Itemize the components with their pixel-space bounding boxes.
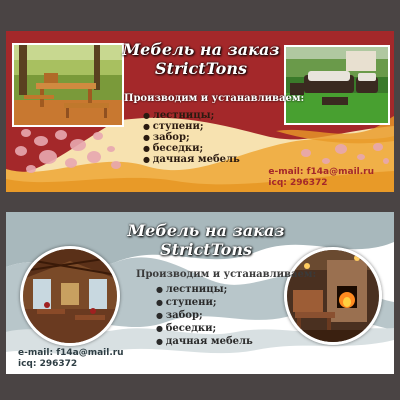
list-item: забор; — [143, 132, 240, 143]
email-text[interactable]: e-mail: f14a@mail.ru — [268, 167, 374, 178]
list-item: дачная мебель — [156, 335, 253, 348]
title-line-1: Мебель на заказ — [122, 40, 280, 59]
title-line-2: StrictTons — [155, 59, 247, 78]
banner-grey-title: Мебель на заказ StrictTons — [116, 221, 296, 259]
list-item: беседки; — [156, 322, 253, 335]
list-item: беседки; — [143, 143, 240, 154]
banner-grey: Мебель на заказ StrictTons Производим и … — [6, 212, 394, 374]
list-item: лестницы; — [143, 110, 240, 121]
icq-text: icq: 296372 — [268, 178, 328, 188]
banner-red-contacts: e-mail: f14a@mail.ru icq: 296372 — [268, 167, 374, 189]
list-item: лестницы; — [156, 283, 253, 296]
icq-text: icq: 296372 — [18, 359, 78, 369]
banner-red-services-list: лестницы; ступени; забор; беседки; дачна… — [143, 110, 240, 165]
restaurant-interior-photo — [20, 246, 120, 346]
banner-red-subtitle: Производим и устанавливаем: — [124, 93, 305, 104]
list-item: ступени; — [143, 121, 240, 132]
banner-grey-subtitle: Производим и устанавливаем: — [136, 269, 317, 280]
rattan-sofa-photo — [284, 45, 390, 125]
list-item: ступени; — [156, 296, 253, 309]
banner-grey-services-list: лестницы; ступени; забор; беседки; дачна… — [156, 283, 253, 348]
fireplace-gazebo-photo — [284, 247, 382, 345]
banner-red: Мебель на заказ StrictTons Производим и … — [6, 31, 394, 192]
list-item: дачная мебель — [143, 154, 240, 165]
email-text[interactable]: e-mail: f14a@mail.ru — [18, 348, 124, 359]
banner-red-title: Мебель на заказ StrictTons — [116, 40, 286, 78]
title-line-2: StrictTons — [160, 240, 252, 259]
list-item: забор; — [156, 309, 253, 322]
title-line-1: Мебель на заказ — [127, 221, 285, 240]
banner-grey-contacts: e-mail: f14a@mail.ru icq: 296372 — [18, 348, 124, 370]
garden-furniture-photo — [12, 43, 124, 127]
